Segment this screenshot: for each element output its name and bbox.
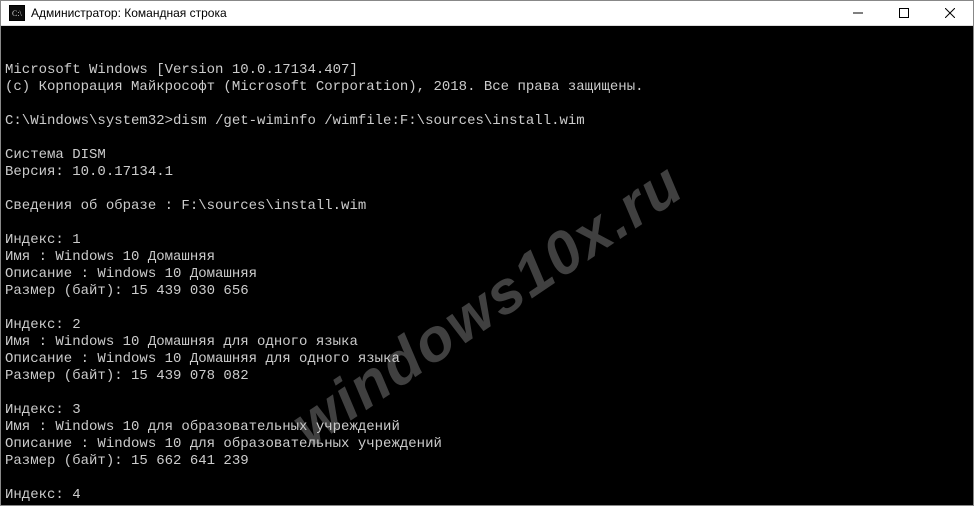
terminal-line: Индекс: 4 [5,487,969,504]
terminal-line [5,181,969,198]
terminal-output[interactable]: Microsoft Windows [Version 10.0.17134.40… [1,26,973,505]
terminal-line: Размер (байт): 15 662 641 239 [5,453,969,470]
terminal-line: Индекс: 2 [5,317,969,334]
terminal-line: Microsoft Windows [Version 10.0.17134.40… [5,62,969,79]
terminal-lines: Microsoft Windows [Version 10.0.17134.40… [5,62,969,505]
terminal-line: Имя : Windows 10 Pro [5,504,969,505]
terminal-line: Размер (байт): 15 439 078 082 [5,368,969,385]
terminal-line [5,300,969,317]
command-prompt-window: C:\ Администратор: Командная строка Micr… [0,0,974,506]
terminal-line: Имя : Windows 10 Домашняя для одного язы… [5,334,969,351]
terminal-line: Сведения об образе : F:\sources\install.… [5,198,969,215]
window-title: Администратор: Командная строка [31,6,227,20]
cmd-icon: C:\ [9,5,25,21]
maximize-button[interactable] [881,1,927,25]
terminal-line [5,385,969,402]
window-controls [835,1,973,25]
terminal-line: Описание : Windows 10 Домашняя [5,266,969,283]
terminal-line: (c) Корпорация Майкрософт (Microsoft Cor… [5,79,969,96]
terminal-line [5,215,969,232]
terminal-line: C:\Windows\system32>dism /get-wiminfo /w… [5,113,969,130]
terminal-line: Описание : Windows 10 для образовательны… [5,436,969,453]
terminal-line: Версия: 10.0.17134.1 [5,164,969,181]
terminal-line: Имя : Windows 10 для образовательных учр… [5,419,969,436]
minimize-button[interactable] [835,1,881,25]
close-button[interactable] [927,1,973,25]
svg-text:C:\: C:\ [12,9,23,18]
terminal-line: Индекс: 1 [5,232,969,249]
terminal-line: Имя : Windows 10 Домашняя [5,249,969,266]
terminal-line: Индекс: 3 [5,402,969,419]
terminal-line: Размер (байт): 15 439 030 656 [5,283,969,300]
titlebar[interactable]: C:\ Администратор: Командная строка [1,1,973,26]
terminal-line [5,130,969,147]
terminal-line [5,470,969,487]
terminal-line [5,96,969,113]
terminal-line: Описание : Windows 10 Домашняя для одног… [5,351,969,368]
terminal-line: Cистема DISM [5,147,969,164]
